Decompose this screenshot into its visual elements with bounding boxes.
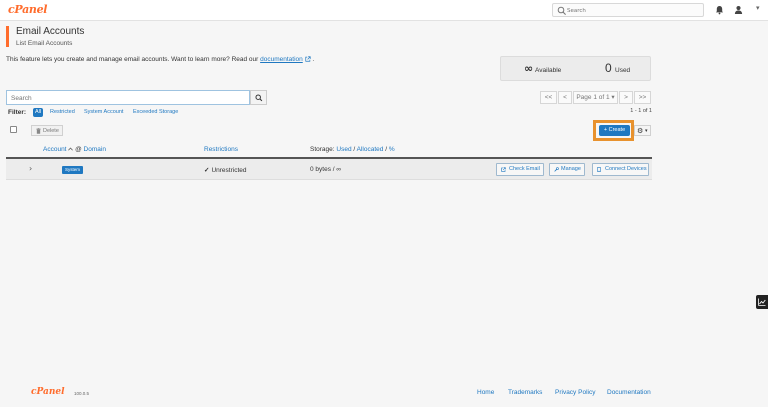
page-select[interactable]: Page 1 of 1 ▾ <box>573 91 618 104</box>
chevron-down-icon: ▾ <box>645 128 648 134</box>
restrictions-value: Unrestricted <box>211 167 247 174</box>
at-symbol: @ <box>75 146 82 153</box>
footer-link-documentation[interactable]: Documentation <box>607 389 651 396</box>
storage-cell: 0 bytes / ∞ <box>310 166 342 173</box>
filter-label: Filter: <box>8 109 27 116</box>
mobile-device-icon <box>597 167 601 172</box>
footer-link-privacy-policy[interactable]: Privacy Policy <box>555 389 595 396</box>
first-page-button[interactable]: << <box>540 91 557 104</box>
used-count: 0 <box>605 61 612 75</box>
footer-link-trademarks[interactable]: Trademarks <box>508 389 542 396</box>
pagination-count: 1 - 1 of 1 <box>630 108 652 114</box>
bell-icon[interactable] <box>715 5 724 15</box>
create-button[interactable]: + Create <box>599 125 630 136</box>
column-account-domain[interactable]: Account @ Domain <box>43 146 106 153</box>
system-account-badge: System <box>62 166 84 174</box>
trash-icon <box>36 128 41 134</box>
prev-page-button[interactable]: < <box>558 91 572 104</box>
available-count: ∞ <box>524 62 534 75</box>
search-button[interactable] <box>250 90 267 105</box>
top-bar: cPanel ▾ <box>0 0 768 21</box>
sort-domain-link[interactable]: Domain <box>84 146 106 153</box>
checkmark-icon: ✓ <box>204 167 210 174</box>
restrictions-cell: ✓ Unrestricted <box>204 166 247 174</box>
gear-icon: ⚙ <box>637 127 644 135</box>
manage-button[interactable]: Manage <box>549 163 585 176</box>
next-page-button[interactable]: > <box>619 91 633 104</box>
sort-account-link[interactable]: Account <box>43 146 67 153</box>
sort-percent-link[interactable]: % <box>389 146 395 153</box>
accounts-search-input[interactable] <box>11 93 241 103</box>
page-title: Email Accounts <box>16 26 85 37</box>
expand-row-chevron-right-icon[interactable]: › <box>29 165 32 173</box>
connect-devices-label: Connect Devices <box>605 166 647 172</box>
sort-used-link[interactable]: Used <box>336 146 351 153</box>
filter-system-account[interactable]: System Account <box>84 108 123 117</box>
used-label: Used <box>615 67 631 74</box>
sort-allocated-link[interactable]: Allocated <box>357 146 384 153</box>
filter-all[interactable]: All <box>33 108 44 117</box>
external-link-icon <box>501 167 506 172</box>
column-storage: Storage: Used / Allocated / % <box>310 146 395 153</box>
page-description: This feature lets you create and manage … <box>6 56 314 63</box>
global-search-input[interactable] <box>567 5 697 16</box>
accounts-search-field[interactable] <box>6 90 250 105</box>
page-subtitle: List Email Accounts <box>16 40 73 47</box>
settings-menu-button[interactable]: ⚙ ▾ <box>634 125 651 136</box>
footer-cpanel-logo[interactable]: cPanel <box>31 387 65 397</box>
delete-label: Delete <box>43 128 59 134</box>
external-link-icon <box>304 56 311 62</box>
delete-button[interactable]: Delete <box>31 125 63 136</box>
column-restrictions[interactable]: Restrictions <box>204 146 238 153</box>
global-search[interactable] <box>552 3 704 17</box>
cpanel-logo[interactable]: cPanel <box>8 3 47 16</box>
wrench-icon <box>554 167 559 172</box>
filter-restricted[interactable]: Restricted <box>50 108 75 117</box>
chart-trend-icon <box>758 298 766 306</box>
available-label: Available <box>535 67 562 74</box>
sort-restrictions-link[interactable]: Restrictions <box>204 146 238 153</box>
user-menu-chevron-down-icon[interactable]: ▾ <box>756 4 760 12</box>
check-email-button[interactable]: Check Email <box>496 163 544 176</box>
filter-exceeded-storage[interactable]: Exceeded Storage <box>133 108 178 117</box>
description-text: This feature lets you create and manage … <box>6 56 259 63</box>
search-icon <box>255 94 263 102</box>
storage-separator: / <box>385 146 388 153</box>
footer-version: 100.0.5 <box>74 391 90 396</box>
description-suffix: . <box>312 56 315 63</box>
footer-link-home[interactable]: Home <box>477 389 494 396</box>
account-stats: ∞ Available 0 Used <box>500 56 651 81</box>
sort-asc-icon <box>68 147 74 151</box>
check-email-label: Check Email <box>509 166 540 172</box>
select-all-checkbox[interactable] <box>10 126 17 133</box>
storage-prefix: Storage: <box>310 146 335 153</box>
title-accent-bar <box>6 26 9 47</box>
last-page-button[interactable]: >> <box>634 91 651 104</box>
manage-label: Manage <box>561 166 581 172</box>
search-icon <box>557 6 566 15</box>
storage-separator: / <box>353 146 356 153</box>
page-select-label: Page 1 of 1 <box>576 94 610 101</box>
user-icon[interactable] <box>734 5 743 15</box>
chevron-down-icon: ▾ <box>609 94 615 101</box>
documentation-link[interactable]: documentation <box>260 56 303 63</box>
connect-devices-button[interactable]: Connect Devices <box>592 163 649 176</box>
stats-widget-toggle[interactable] <box>756 295 768 309</box>
